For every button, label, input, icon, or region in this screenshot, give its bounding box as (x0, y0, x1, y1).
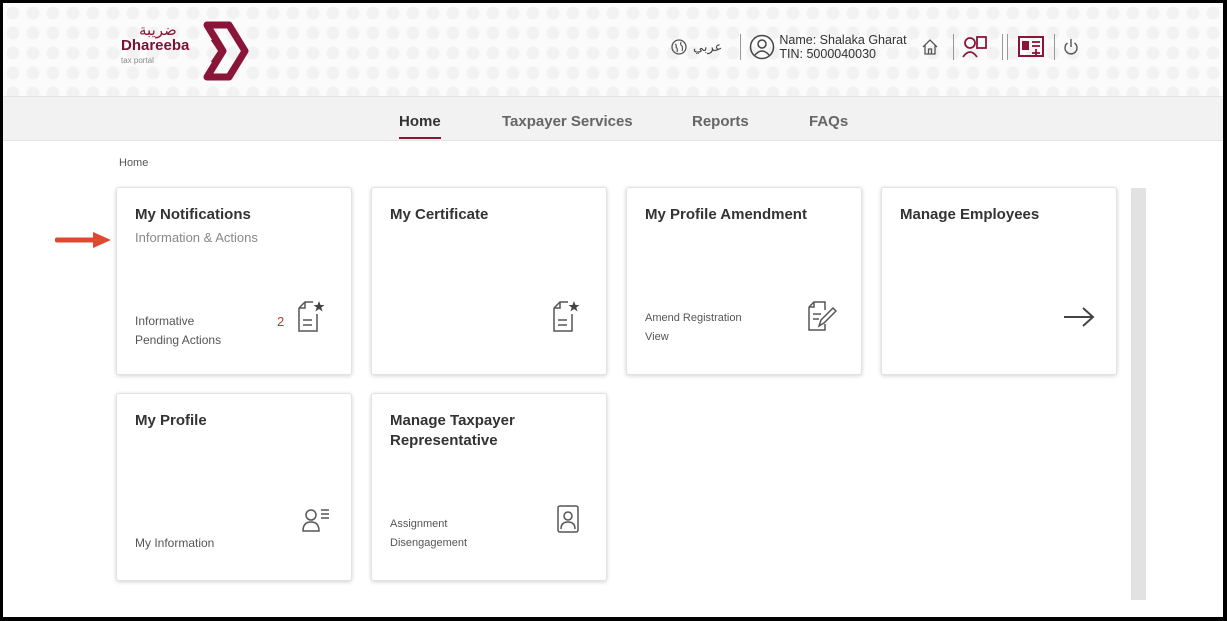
card-manage-employees[interactable]: Manage Employees (881, 187, 1117, 375)
card-subtitle[interactable]: Information & Actions (135, 230, 258, 245)
divider (1006, 34, 1008, 60)
breadcrumb[interactable]: Home (119, 157, 148, 169)
card-title: Manage Taxpayer Representative (390, 412, 515, 449)
nav-taxpayer-services[interactable]: Taxpayer Services (502, 113, 633, 130)
page-frame: ضريبة Dhareeba tax portal عربي Name: Sha… (0, 0, 1227, 621)
vertical-scrollbar[interactable] (1131, 188, 1146, 600)
header-actions: عربي Name: Shalaka Gharat TIN: 500004003… (671, 27, 1079, 67)
card-my-certificate[interactable]: My Certificate (371, 187, 607, 375)
arrow-right-icon[interactable] (1062, 306, 1096, 328)
card-title: Manage Employees (900, 206, 1040, 223)
edit-document-icon (808, 301, 837, 331)
disengagement-link[interactable]: Disengagement (390, 534, 467, 553)
user-info: Name: Shalaka Gharat TIN: 5000040030 (779, 33, 906, 61)
globe-icon[interactable] (671, 39, 687, 55)
divider (1001, 34, 1003, 60)
card-my-profile[interactable]: My Profile My Information (116, 393, 352, 581)
home-icon[interactable] (921, 38, 939, 56)
nav-faqs[interactable]: FAQs (809, 113, 848, 130)
logo-brand-text: Dhareeba (121, 37, 190, 54)
dhareeba-logo[interactable]: ضريبة Dhareeba tax portal (119, 21, 259, 83)
certificate-star-icon (553, 301, 580, 332)
divider (1053, 34, 1055, 60)
user-list-icon (302, 509, 329, 532)
card-manage-taxpayer-representative[interactable]: Manage Taxpayer Representative Assignmen… (371, 393, 607, 581)
user-name: Name: Shalaka Gharat (779, 33, 907, 47)
logo-tagline: tax portal (121, 56, 154, 65)
amend-registration-link[interactable]: Amend Registration (645, 309, 742, 328)
nav-home[interactable]: Home (399, 113, 441, 139)
users-icon[interactable] (961, 35, 988, 59)
user-tin: TIN: 5000040030 (779, 47, 876, 61)
power-icon[interactable] (1063, 38, 1079, 56)
header: ضريبة Dhareeba tax portal عربي Name: Sha… (3, 3, 1223, 96)
pending-actions-link[interactable]: Pending Actions (135, 331, 221, 350)
logo-chevron-icon (203, 21, 249, 81)
card-footer: Amend Registration View (645, 309, 742, 347)
certificate-star-icon (298, 301, 325, 332)
divider (740, 34, 742, 60)
user-circle-icon[interactable] (749, 34, 775, 60)
nav-reports[interactable]: Reports (692, 113, 749, 130)
card-title: My Notifications (135, 206, 251, 223)
card-footer: Informative Pending Actions (135, 312, 221, 350)
divider (952, 34, 954, 60)
id-badge-icon (557, 505, 579, 533)
card-my-notifications[interactable]: My Notifications Information & Actions I… (116, 187, 352, 375)
card-my-profile-amendment[interactable]: My Profile Amendment Amend Registration … (626, 187, 862, 375)
card-title: My Profile (135, 412, 207, 429)
view-link[interactable]: View (645, 328, 742, 347)
informative-link[interactable]: Informative (135, 312, 221, 331)
pending-count-badge: 2 (277, 314, 285, 329)
card-title: My Certificate (390, 206, 489, 223)
card-title: My Profile Amendment (645, 206, 807, 223)
id-card-icon[interactable] (1017, 35, 1046, 59)
card-footer: Assignment Disengagement (390, 515, 467, 553)
my-information-link[interactable]: My Information (135, 534, 214, 553)
card-footer: My Information (135, 534, 214, 553)
main-nav: Home Taxpayer Services Reports FAQs (3, 96, 1223, 141)
red-arrow-annotation (55, 232, 111, 248)
language-toggle[interactable]: عربي (693, 40, 722, 55)
assignment-link[interactable]: Assignment (390, 515, 467, 534)
